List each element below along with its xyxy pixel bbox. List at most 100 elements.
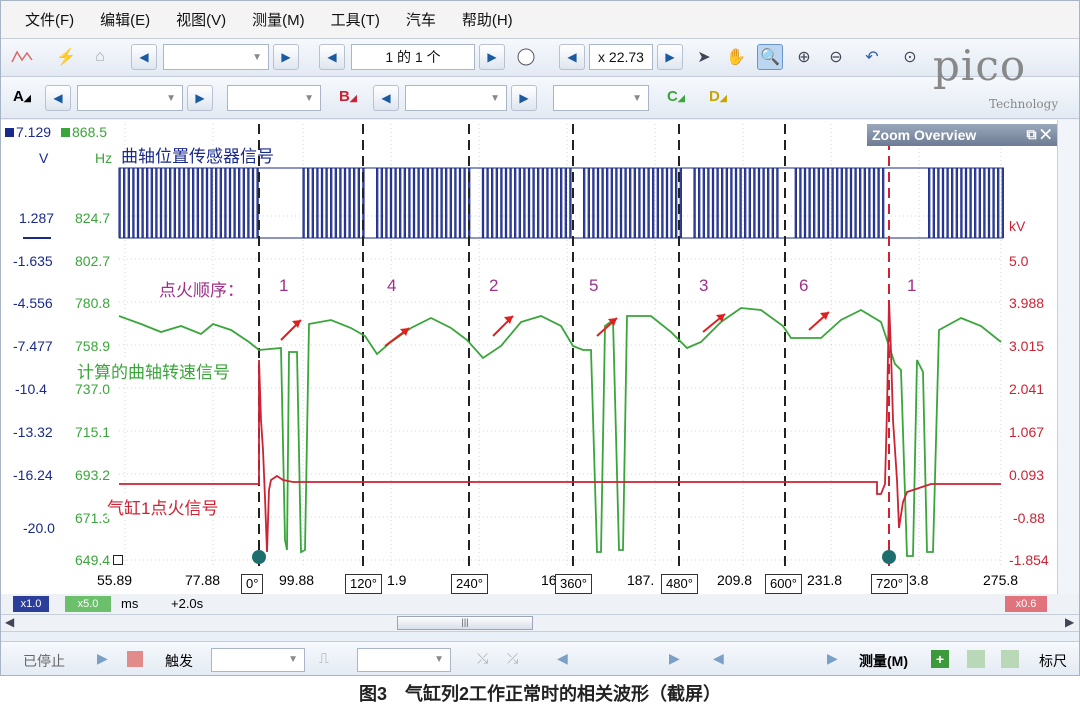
zoom-in-icon[interactable]: ⊕: [791, 44, 817, 70]
undo-zoom-icon[interactable]: ↶: [859, 44, 885, 70]
unit-volts: V: [39, 150, 49, 166]
menu-file[interactable]: 文件(F): [25, 9, 74, 30]
scroll-thumb[interactable]: |||: [397, 616, 533, 630]
page-next-button[interactable]: ▶: [479, 44, 505, 70]
probe-icon[interactable]: ⚡: [53, 44, 79, 70]
ch-b-prev-button[interactable]: ◀: [373, 85, 399, 111]
channel-a-label[interactable]: A◢: [13, 88, 31, 105]
run-button[interactable]: ▶: [97, 650, 108, 667]
axis-status-bar: x1.0 x5.0 ms +2.0s x0.6: [1, 594, 1079, 614]
green-tick: 824.7: [75, 210, 111, 226]
ch-a-prev-button[interactable]: ◀: [45, 85, 71, 111]
zoom-overview-panel[interactable]: Zoom Overview ⧉ ✕: [867, 124, 1057, 146]
origin-marker: [113, 555, 123, 565]
menu-view[interactable]: 视图(V): [176, 9, 226, 30]
ch-b-coupling-combo[interactable]: ▼: [553, 85, 649, 111]
pointer-icon[interactable]: ➤: [691, 44, 717, 70]
green-tick: 693.2: [75, 467, 111, 483]
green-tick: 802.7: [75, 253, 111, 269]
blue-tick: -7.477: [13, 338, 53, 354]
compass-icon[interactable]: [513, 44, 539, 70]
prev-button[interactable]: ◀: [131, 44, 157, 70]
channel-c-label[interactable]: C◢: [667, 88, 685, 105]
zoom-fit-icon[interactable]: ⊙: [897, 44, 923, 70]
x-tick: 275.8: [983, 572, 1019, 588]
menu-edit[interactable]: 编辑(E): [100, 9, 150, 30]
blue-tick: -16.24: [13, 467, 53, 483]
blue-scale-top: 7.129: [5, 124, 51, 140]
angle-marker-box: 600°: [765, 574, 802, 594]
trigger-type-icon[interactable]: ⎍: [319, 650, 329, 667]
remove-measurement-icon[interactable]: [1001, 650, 1019, 668]
stopped-status: 已停止: [23, 653, 65, 669]
angle-marker-box: 0°: [241, 574, 264, 594]
restore-close-icon[interactable]: ⧉ ✕: [1026, 126, 1051, 143]
channel-b-label[interactable]: B◢: [339, 88, 357, 105]
red-tick: 5.0: [1009, 253, 1029, 269]
zoom-next-button[interactable]: ▶: [657, 44, 683, 70]
edit-measurement-icon[interactable]: [967, 650, 985, 668]
channel-d-label[interactable]: D◢: [709, 88, 727, 105]
hand-icon[interactable]: ✋: [723, 44, 749, 70]
delay-next-button[interactable]: ▶: [827, 650, 838, 667]
rising-edge-icon[interactable]: ⤯: [477, 650, 488, 667]
crank-position-trace: [118, 167, 1004, 238]
scope-mode-icon[interactable]: [9, 44, 35, 70]
next-button[interactable]: ▶: [273, 44, 299, 70]
pretrigger-next-button[interactable]: ▶: [669, 650, 680, 667]
scope-view[interactable]: 7.129 868.5 V Hz kV 1.287 -1.635 -4.556 …: [1, 120, 1080, 594]
time-offset: +2.0s: [171, 596, 204, 611]
ch-a-next-button[interactable]: ▶: [187, 85, 213, 111]
ch-a-range-combo[interactable]: ▼: [77, 85, 183, 111]
horizontal-scrollbar[interactable]: ◀ ||| ▶: [1, 614, 1079, 632]
blue-scale-badge[interactable]: x1.0: [13, 596, 49, 612]
add-measurement-icon[interactable]: +: [931, 650, 949, 668]
zoom-area-icon[interactable]: 🔍: [757, 44, 783, 70]
green-scale-badge[interactable]: x5.0: [65, 596, 111, 612]
menu-tools[interactable]: 工具(T): [331, 9, 380, 30]
red-scale-badge[interactable]: x0.6: [1005, 596, 1047, 612]
angle-marker-box: 120°: [345, 574, 382, 594]
red-tick: 3.988: [1009, 295, 1045, 311]
ch-b-next-button[interactable]: ▶: [511, 85, 537, 111]
trigger-source-combo[interactable]: ▼: [357, 648, 451, 672]
page-prev-button[interactable]: ◀: [319, 44, 345, 70]
delay-prev-button[interactable]: ◀: [713, 650, 724, 667]
timebase-combo[interactable]: ▼: [163, 44, 269, 70]
home-icon[interactable]: ⌂: [87, 44, 113, 70]
zoom-value: x 22.73: [589, 44, 653, 70]
zoom-out-icon[interactable]: ⊖: [823, 44, 849, 70]
scroll-left-icon[interactable]: ◀: [5, 615, 14, 629]
cylinder-label: 4: [387, 276, 397, 295]
zoom-prev-button[interactable]: ◀: [559, 44, 585, 70]
green-tick: 649.4: [75, 552, 111, 568]
trigger-label: 触发: [165, 653, 193, 669]
ruler-label[interactable]: 标尺: [1039, 651, 1067, 671]
scroll-right-icon[interactable]: ▶: [1065, 615, 1074, 629]
ruler-handle: [882, 550, 896, 564]
bottom-toolbar: 已停止 ▶ 触发 ▼ ⎍ ▼ ⤯ ⤰ ◀ ▶ ◀ ▶ 测量(M) + 标尺: [1, 641, 1079, 675]
menu-automotive[interactable]: 汽车: [406, 9, 436, 30]
trigger-mode-combo[interactable]: ▼: [211, 648, 305, 672]
x-tick: 231.8: [807, 572, 843, 588]
falling-edge-icon[interactable]: ⤰: [507, 650, 518, 667]
angle-marker-box: 240°: [451, 574, 488, 594]
ch-b-range-combo[interactable]: ▼: [405, 85, 507, 111]
stop-button[interactable]: [127, 651, 143, 667]
red-tick: 2.041: [1009, 381, 1045, 397]
main-toolbar: ⚡ ⌂ ◀ ▼ ▶ ◀ 1 的 1 个 ▶ ◀ x 22.73 ▶ ➤ ✋ 🔍 …: [1, 39, 1079, 77]
red-tick: 3.015: [1009, 338, 1045, 354]
vertical-scrollbar[interactable]: [1057, 120, 1079, 594]
ch-a-coupling-combo[interactable]: ▼: [227, 85, 321, 111]
x-tick: 77.88: [185, 572, 221, 588]
menu-help[interactable]: 帮助(H): [462, 9, 513, 30]
cylinder-label: 3: [699, 276, 709, 295]
menu-measure[interactable]: 测量(M): [252, 9, 305, 30]
unit-hz: Hz: [95, 150, 113, 166]
figure-caption: 图3 气缸列2工作正常时的相关波形（截屏）: [358, 684, 722, 704]
pretrigger-prev-button[interactable]: ◀: [557, 650, 568, 667]
waveform-canvas[interactable]: [1, 120, 1080, 594]
blue-tick: -10.4: [15, 381, 47, 397]
measure-label[interactable]: 测量(M): [859, 651, 908, 671]
x-tick: 3.8: [909, 572, 929, 588]
